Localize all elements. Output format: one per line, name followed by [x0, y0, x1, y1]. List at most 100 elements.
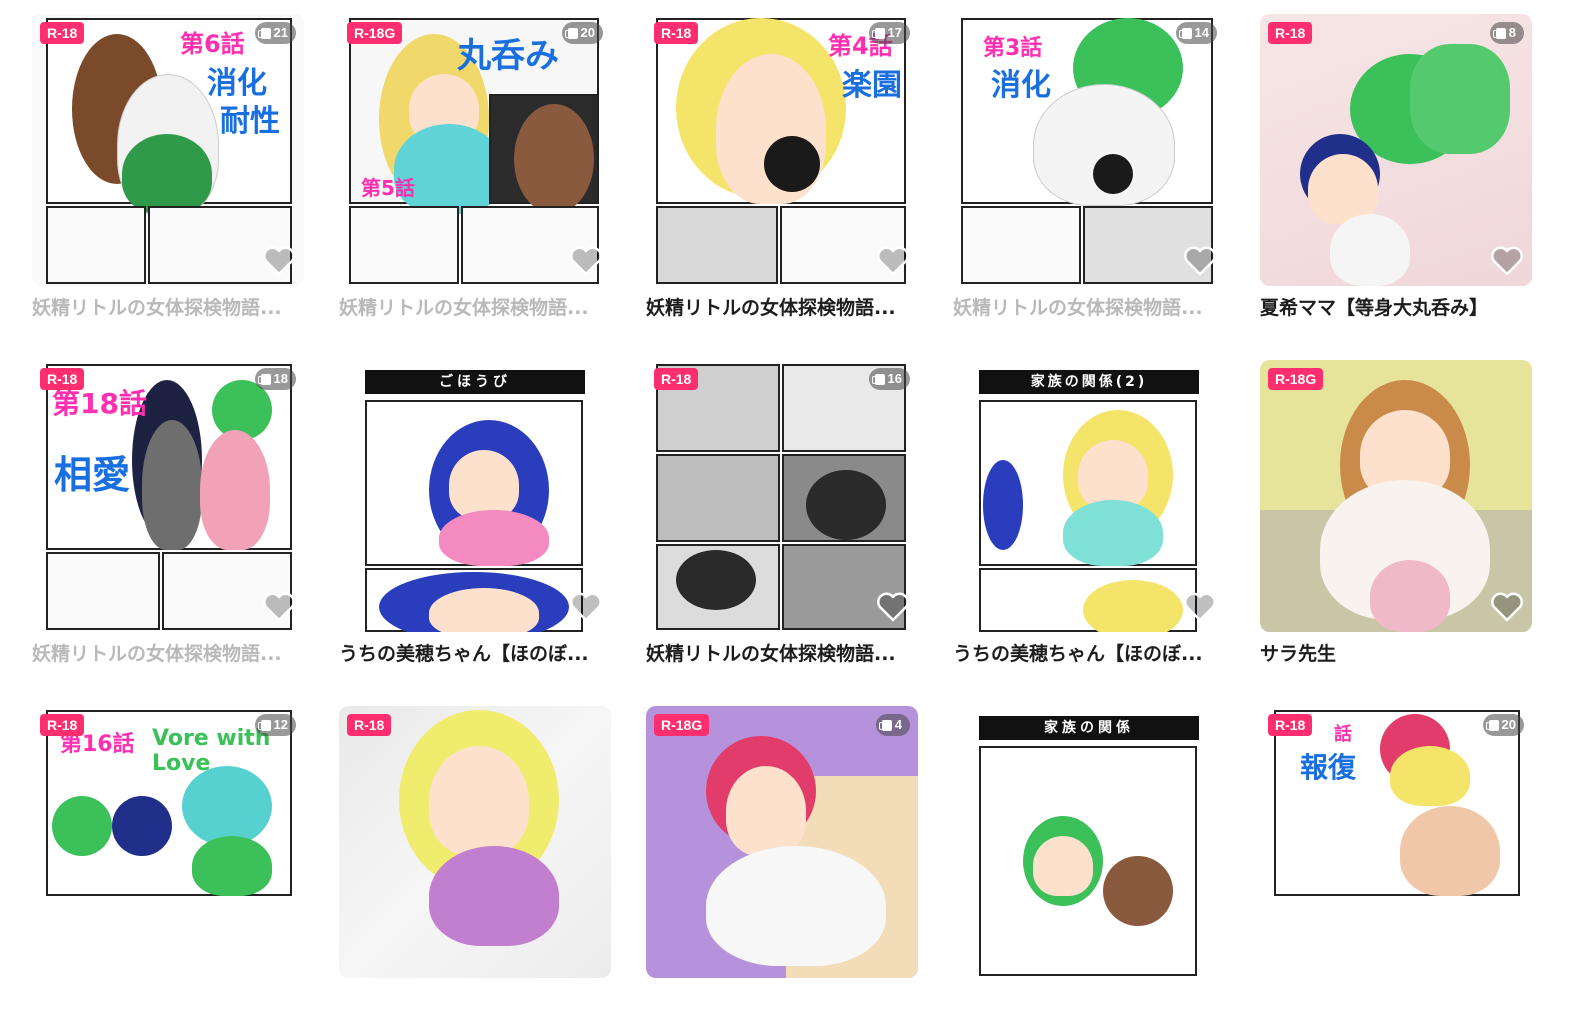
pages-icon	[564, 27, 578, 39]
artwork-title[interactable]: 妖精リトルの女体探検物語...	[32, 642, 304, 666]
rating-badge: R-18	[40, 22, 85, 44]
heart-icon[interactable]	[569, 590, 603, 624]
artwork-title[interactable]: うちの美穂ちゃん【ほのぼ...	[339, 642, 611, 666]
pages-icon	[1485, 719, 1499, 731]
pages-icon	[1492, 27, 1506, 39]
artwork-image	[646, 706, 918, 978]
pages-icon	[871, 27, 885, 39]
artwork-thumbnail[interactable]: ごほうび	[339, 360, 611, 632]
overlay-text: 丸呑み	[457, 36, 559, 76]
pages-icon	[871, 373, 885, 385]
artwork-card[interactable]: 話 報復 R-18 20	[1260, 706, 1532, 1016]
heart-icon[interactable]	[262, 590, 296, 624]
heart-icon[interactable]	[1183, 590, 1217, 624]
overlay-text: 楽園	[842, 68, 902, 103]
artwork-thumbnail[interactable]: 第18話 相愛 R-18 18	[32, 360, 304, 632]
artwork-thumbnail[interactable]: 第6話 消化 耐性 R-18 21	[32, 14, 304, 286]
artwork-card[interactable]: 丸呑み 第5話 R-18G 20 妖精リトルの女体探検物語...	[339, 14, 611, 324]
overlay-text: 耐性	[220, 104, 280, 139]
artwork-card[interactable]: 第3話 消化 14 妖精リトルの女体探検物語...	[953, 14, 1225, 324]
rating-badge: R-18	[1268, 22, 1313, 44]
heart-icon[interactable]	[1490, 590, 1524, 624]
artwork-thumbnail[interactable]: R-18 8	[1260, 14, 1532, 286]
rating-badge: R-18G	[654, 714, 710, 736]
artwork-thumbnail[interactable]: 家族の関係(2)	[953, 360, 1225, 632]
artwork-card[interactable]: 第4話 楽園 R-18 17 妖精リトルの女体探検物語...	[646, 14, 918, 324]
artwork-title[interactable]: うちの美穂ちゃん【ほのぼ...	[953, 642, 1225, 666]
artwork-thumbnail[interactable]: 話 報復 R-18 20	[1260, 706, 1532, 978]
rating-badge: R-18	[40, 714, 85, 736]
overlay-text: 報復	[1300, 751, 1357, 784]
rating-badge: R-18	[347, 714, 392, 736]
artwork-card[interactable]: R-18G サラ先生	[1260, 360, 1532, 670]
artwork-card[interactable]: ごほうび うちの美穂ちゃん【ほのぼ...	[339, 360, 611, 670]
page-count-badge: 20	[1482, 714, 1524, 736]
artwork-thumbnail[interactable]: R-18G	[1260, 360, 1532, 632]
pages-icon	[878, 719, 892, 731]
rating-badge: R-18	[40, 368, 85, 390]
artwork-title[interactable]: 妖精リトルの女体探検物語...	[339, 296, 611, 320]
page-count-badge: 8	[1489, 22, 1524, 44]
overlay-text: 第5話	[361, 176, 415, 200]
artwork-card[interactable]: R-18	[339, 706, 611, 1016]
artwork-card[interactable]: R-18G 4	[646, 706, 918, 1016]
heart-icon[interactable]	[1490, 244, 1524, 278]
overlay-text: 消化	[991, 68, 1051, 103]
rating-badge: R-18	[1268, 714, 1313, 736]
rating-badge: R-18	[654, 22, 699, 44]
heart-icon[interactable]	[569, 244, 603, 278]
pages-icon	[257, 373, 271, 385]
artwork-card[interactable]: 家族の関係	[953, 706, 1225, 1016]
page-count-badge: 18	[254, 368, 296, 390]
pages-icon	[257, 27, 271, 39]
artwork-card[interactable]: R-18 8 夏希ママ【等身大丸呑み】	[1260, 14, 1532, 324]
heart-icon[interactable]	[876, 244, 910, 278]
artwork-image: 家族の関係	[953, 706, 1225, 978]
artwork-title[interactable]: 夏希ママ【等身大丸呑み】	[1260, 296, 1532, 320]
page-count-badge: 17	[868, 22, 910, 44]
artwork-card[interactable]: R-18 16 妖精リトルの女体探検物語...	[646, 360, 918, 670]
manga-header: 家族の関係(2)	[979, 370, 1199, 394]
overlay-text: 第3話	[983, 36, 1043, 61]
artwork-grid: 第6話 消化 耐性 R-18 21 妖精リトルの女体探検物語... 丸呑み 第5…	[32, 14, 1532, 1016]
heart-icon[interactable]	[262, 244, 296, 278]
manga-header: ごほうび	[365, 370, 585, 394]
page-count-badge: 21	[254, 22, 296, 44]
page-count-badge: 20	[561, 22, 603, 44]
overlay-text: 相愛	[54, 453, 131, 497]
artwork-image: 話 報復	[1260, 706, 1532, 978]
artwork-card[interactable]: 第18話 相愛 R-18 18 妖精リトルの女体探検物語...	[32, 360, 304, 670]
artwork-title[interactable]: 妖精リトルの女体探検物語...	[32, 296, 304, 320]
artwork-thumbnail[interactable]: 家族の関係	[953, 706, 1225, 978]
page-count-badge: 16	[868, 368, 910, 390]
pages-icon	[257, 719, 271, 731]
manga-header: 家族の関係	[979, 716, 1199, 740]
overlay-text: 話	[1334, 724, 1352, 745]
artwork-title[interactable]: 妖精リトルの女体探検物語...	[646, 296, 918, 320]
artwork-title[interactable]: 妖精リトルの女体探検物語...	[953, 296, 1225, 320]
artwork-title[interactable]: 妖精リトルの女体探検物語...	[646, 642, 918, 666]
heart-icon[interactable]	[1183, 244, 1217, 278]
page-count-badge: 12	[254, 714, 296, 736]
artwork-thumbnail[interactable]: R-18G 4	[646, 706, 918, 978]
rating-badge: R-18G	[347, 22, 403, 44]
artwork-thumbnail[interactable]: 第16話 Vore with Love R-18 12	[32, 706, 304, 978]
rating-badge: R-18	[654, 368, 699, 390]
artwork-title[interactable]: サラ先生	[1260, 642, 1532, 666]
artwork-image	[339, 706, 611, 978]
artwork-card[interactable]: 家族の関係(2) うちの美穂ちゃん【ほのぼ...	[953, 360, 1225, 670]
heart-icon[interactable]	[876, 590, 910, 624]
artwork-thumbnail[interactable]: R-18 16	[646, 360, 918, 632]
page-count-badge: 14	[1175, 22, 1217, 44]
rating-badge: R-18G	[1268, 368, 1324, 390]
artwork-card[interactable]: 第16話 Vore with Love R-18 12	[32, 706, 304, 1016]
artwork-thumbnail[interactable]: 第4話 楽園 R-18 17	[646, 14, 918, 286]
artwork-thumbnail[interactable]: 丸呑み 第5話 R-18G 20	[339, 14, 611, 286]
pages-icon	[1178, 27, 1192, 39]
artwork-thumbnail[interactable]: R-18	[339, 706, 611, 978]
artwork-card[interactable]: 第6話 消化 耐性 R-18 21 妖精リトルの女体探検物語...	[32, 14, 304, 324]
page-count-badge: 4	[875, 714, 910, 736]
overlay-text: 第6話	[180, 30, 245, 58]
artwork-thumbnail[interactable]: 第3話 消化 14	[953, 14, 1225, 286]
artwork-image: 第16話 Vore with Love	[32, 706, 304, 978]
